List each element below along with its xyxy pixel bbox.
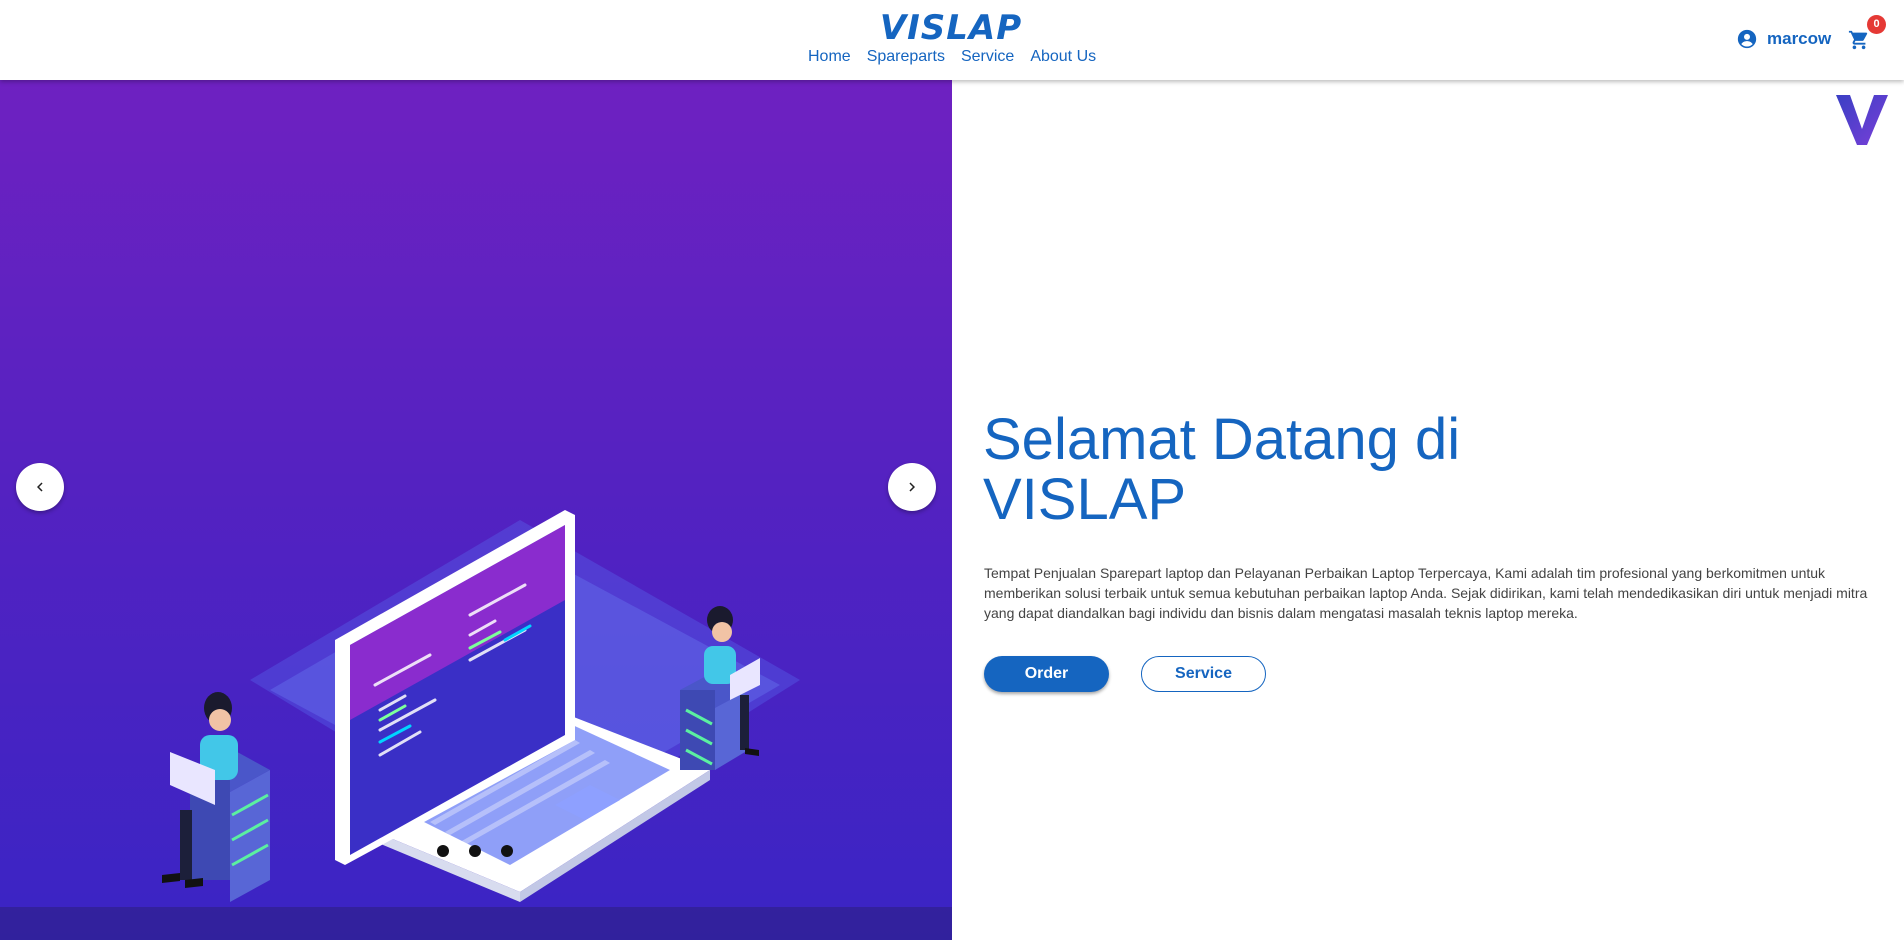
nav-home[interactable]: Home xyxy=(808,48,851,66)
username-label: marcow xyxy=(1767,29,1832,48)
carousel-indicator-bar xyxy=(0,907,952,940)
vislap-v-logo xyxy=(1836,95,1888,145)
chevron-right-icon xyxy=(909,482,915,492)
main-nav: Home Spareparts Service About Us xyxy=(0,48,1904,70)
top-header: VISLAP Home Spareparts Service About Us … xyxy=(0,0,1904,80)
user-menu[interactable]: marcow xyxy=(1737,29,1831,49)
hero-description: Tempat Penjualan Sparepart laptop dan Pe… xyxy=(984,565,1868,621)
chevron-left-icon xyxy=(37,482,43,492)
nav-service[interactable]: Service xyxy=(961,48,1014,66)
shopping-cart-icon[interactable] xyxy=(1848,29,1870,51)
svg-text:VISLAP: VISLAP xyxy=(880,9,1022,43)
order-button[interactable]: Order xyxy=(984,656,1109,692)
hero-title: Selamat Datang di VISLAP xyxy=(983,410,1583,530)
vislap-logo[interactable]: VISLAP xyxy=(875,9,1027,43)
account-circle-icon xyxy=(1737,29,1757,49)
carousel-prev-button[interactable] xyxy=(16,463,64,511)
nav-spareparts[interactable]: Spareparts xyxy=(867,48,945,66)
service-button[interactable]: Service xyxy=(1141,656,1266,692)
hero-title-line1: Selamat Datang di xyxy=(983,407,1461,472)
carousel-dot-3[interactable] xyxy=(501,845,513,857)
carousel-next-button[interactable] xyxy=(888,463,936,511)
laptop-illustration xyxy=(162,510,800,902)
nav-about-us[interactable]: About Us xyxy=(1030,48,1096,66)
cart-count-badge: 0 xyxy=(1867,15,1886,34)
hero-carousel xyxy=(0,80,952,940)
hero-title-line2: VISLAP xyxy=(983,467,1187,532)
carousel-dot-1[interactable] xyxy=(437,845,449,857)
carousel-dot-2[interactable] xyxy=(469,845,481,857)
